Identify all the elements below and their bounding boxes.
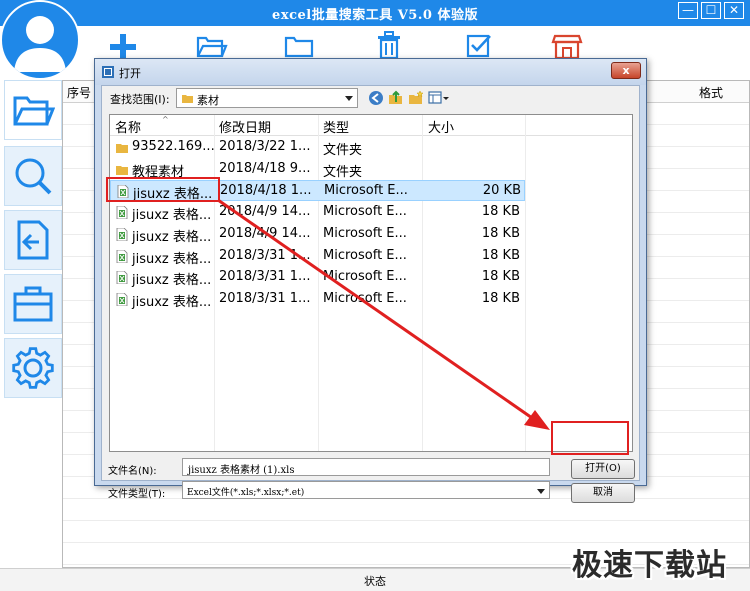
file-name: jisuxz 表格... <box>132 208 212 224</box>
column-header-date[interactable]: 修改日期 <box>219 117 271 136</box>
store-icon[interactable] <box>550 30 584 60</box>
chevron-down-icon <box>345 96 353 101</box>
file-size: 18 KB <box>481 269 520 285</box>
lookin-value: 素材 <box>197 94 219 107</box>
sidebar <box>4 80 62 402</box>
plus-icon[interactable] <box>106 30 140 60</box>
app-title: excel批量搜索工具 V5.0 体验版 <box>272 8 478 23</box>
file-row[interactable]: jisuxz 表格... 2018/3/31 1... Microsoft E...… <box>110 289 525 310</box>
file-type: Microsoft E... <box>323 247 407 263</box>
dialog-title: 打开 <box>119 67 141 80</box>
file-row[interactable]: jisuxz 表格... 2018/3/31 1... Microsoft E...… <box>110 267 525 288</box>
file-name: jisuxz 表格... <box>132 294 212 310</box>
file-date: 2018/3/31 1... <box>219 290 311 306</box>
chevron-down-icon <box>537 489 545 494</box>
cancel-button[interactable]: 取消 <box>571 483 635 503</box>
file-size: 18 KB <box>481 247 520 263</box>
trash-icon[interactable] <box>372 30 406 60</box>
file-row[interactable]: jisuxz 表格... 2018/4/9 14... Microsoft E...… <box>110 224 525 245</box>
maximize-button[interactable]: ☐ <box>701 2 721 19</box>
file-type: Microsoft E... <box>323 269 407 285</box>
lookin-dropdown[interactable]: 素材 <box>176 88 358 108</box>
watermark: 极速下载站 <box>572 548 727 583</box>
file-size: 20 KB <box>482 183 521 199</box>
dialog-app-icon <box>102 66 114 78</box>
file-name: jisuxz 表格... <box>132 251 212 267</box>
file-row[interactable]: jisuxz 表格... 2018/4/9 14... Microsoft E...… <box>110 202 525 223</box>
filename-input[interactable]: jisuxz 表格素材 (1).xls <box>182 458 550 476</box>
view-menu-icon[interactable] <box>428 90 450 106</box>
file-type: Microsoft E... <box>323 225 407 241</box>
close-button[interactable]: ✕ <box>724 2 744 19</box>
file-type: Microsoft E... <box>323 290 407 306</box>
file-row[interactable]: 教程素材 2018/4/18 9... 文件夹 <box>110 159 525 180</box>
avatar[interactable] <box>0 0 80 80</box>
file-type: Microsoft E... <box>323 204 407 220</box>
minimize-button[interactable]: — <box>678 2 698 19</box>
filename-label: 文件名(N): <box>108 466 157 477</box>
file-date: 2018/3/22 1... <box>219 139 311 154</box>
column-header-size[interactable]: 大小 <box>428 117 454 136</box>
file-date: 2018/4/9 14... <box>219 225 311 241</box>
new-folder-icon[interactable] <box>408 90 424 106</box>
sort-up-icon: ^ <box>162 115 169 124</box>
file-date: 2018/3/31 1... <box>219 247 311 263</box>
file-size: 18 KB <box>481 204 520 220</box>
column-divider <box>525 115 526 451</box>
file-size: 18 KB <box>481 225 520 241</box>
search-icon <box>15 158 52 195</box>
file-row[interactable]: 93522.169... 2018/3/22 1... 文件夹 <box>110 137 525 158</box>
folder-icon[interactable] <box>282 30 316 60</box>
filetype-value: Excel文件(*.xls;*.xlsx;*.et) <box>187 488 305 498</box>
back-icon[interactable] <box>368 90 384 106</box>
file-list[interactable]: 名称 ^ 修改日期 类型 大小 93522.169... 2018/3/22 1..… <box>109 114 633 452</box>
file-type: Microsoft E... <box>324 183 408 199</box>
user-icon <box>14 16 66 72</box>
app-titlebar: excel批量搜索工具 V5.0 体验版 — ☐ ✕ <box>0 0 750 26</box>
file-list-header: 名称 ^ 修改日期 类型 大小 <box>110 115 632 136</box>
file-name: 教程素材 <box>132 164 185 180</box>
toolbox-icon <box>13 286 53 322</box>
folder-icon <box>182 95 193 103</box>
checkbox-icon[interactable] <box>462 30 496 60</box>
sidebar-item-export[interactable] <box>4 210 62 270</box>
file-name: jisuxz 表格... <box>132 229 212 245</box>
filetype-label: 文件类型(T): <box>108 489 166 500</box>
file-date: 2018/4/18 1... <box>220 183 312 199</box>
dialog-titlebar[interactable]: 打开 x <box>95 59 646 85</box>
column-header-name[interactable]: 名称 ^ <box>115 115 169 136</box>
filetype-dropdown[interactable]: Excel文件(*.xls;*.xlsx;*.et) <box>182 481 550 499</box>
file-name: 93522.169... <box>132 139 215 154</box>
column-header-seq[interactable]: 序号 <box>67 84 91 101</box>
sidebar-item-open[interactable] <box>4 80 62 140</box>
file-name: jisuxz 表格... <box>133 187 213 203</box>
file-date: 2018/4/9 14... <box>219 204 311 220</box>
dialog-body: 查找范围(I): 素材 名称 ^ 修改日期 类型 大小 93522.169... 2… <box>101 85 640 503</box>
file-date: 2018/4/18 9... <box>219 160 311 176</box>
open-folder-icon <box>13 96 55 126</box>
file-row[interactable]: jisuxz 表格... 2018/3/31 1... Microsoft E...… <box>110 246 525 267</box>
lookin-label: 查找范围(I): <box>110 93 170 106</box>
open-dialog: 打开 x 查找范围(I): 素材 名称 ^ 修改日期 类型 大小 93522.16… <box>94 58 647 503</box>
export-icon <box>17 220 49 260</box>
open-button[interactable]: 打开(O) <box>571 459 635 479</box>
file-row[interactable]: jisuxz 表格... 2018/4/18 1... Microsoft E...… <box>110 180 525 203</box>
file-type: 文件夹 <box>323 143 363 158</box>
sidebar-item-toolbox[interactable] <box>4 274 62 334</box>
column-header-format[interactable]: 格式 <box>699 84 723 101</box>
sidebar-item-search[interactable] <box>4 146 62 206</box>
open-folder-icon[interactable] <box>194 30 228 60</box>
up-folder-icon[interactable] <box>388 90 404 106</box>
file-date: 2018/3/31 1... <box>219 269 311 285</box>
dialog-close-button[interactable]: x <box>611 62 641 79</box>
file-type: 文件夹 <box>323 164 363 180</box>
column-header-type[interactable]: 类型 <box>323 117 349 136</box>
sidebar-item-settings[interactable] <box>4 338 62 398</box>
gear-icon <box>12 347 54 389</box>
file-name: jisuxz 表格... <box>132 273 212 289</box>
file-size: 18 KB <box>481 290 520 306</box>
